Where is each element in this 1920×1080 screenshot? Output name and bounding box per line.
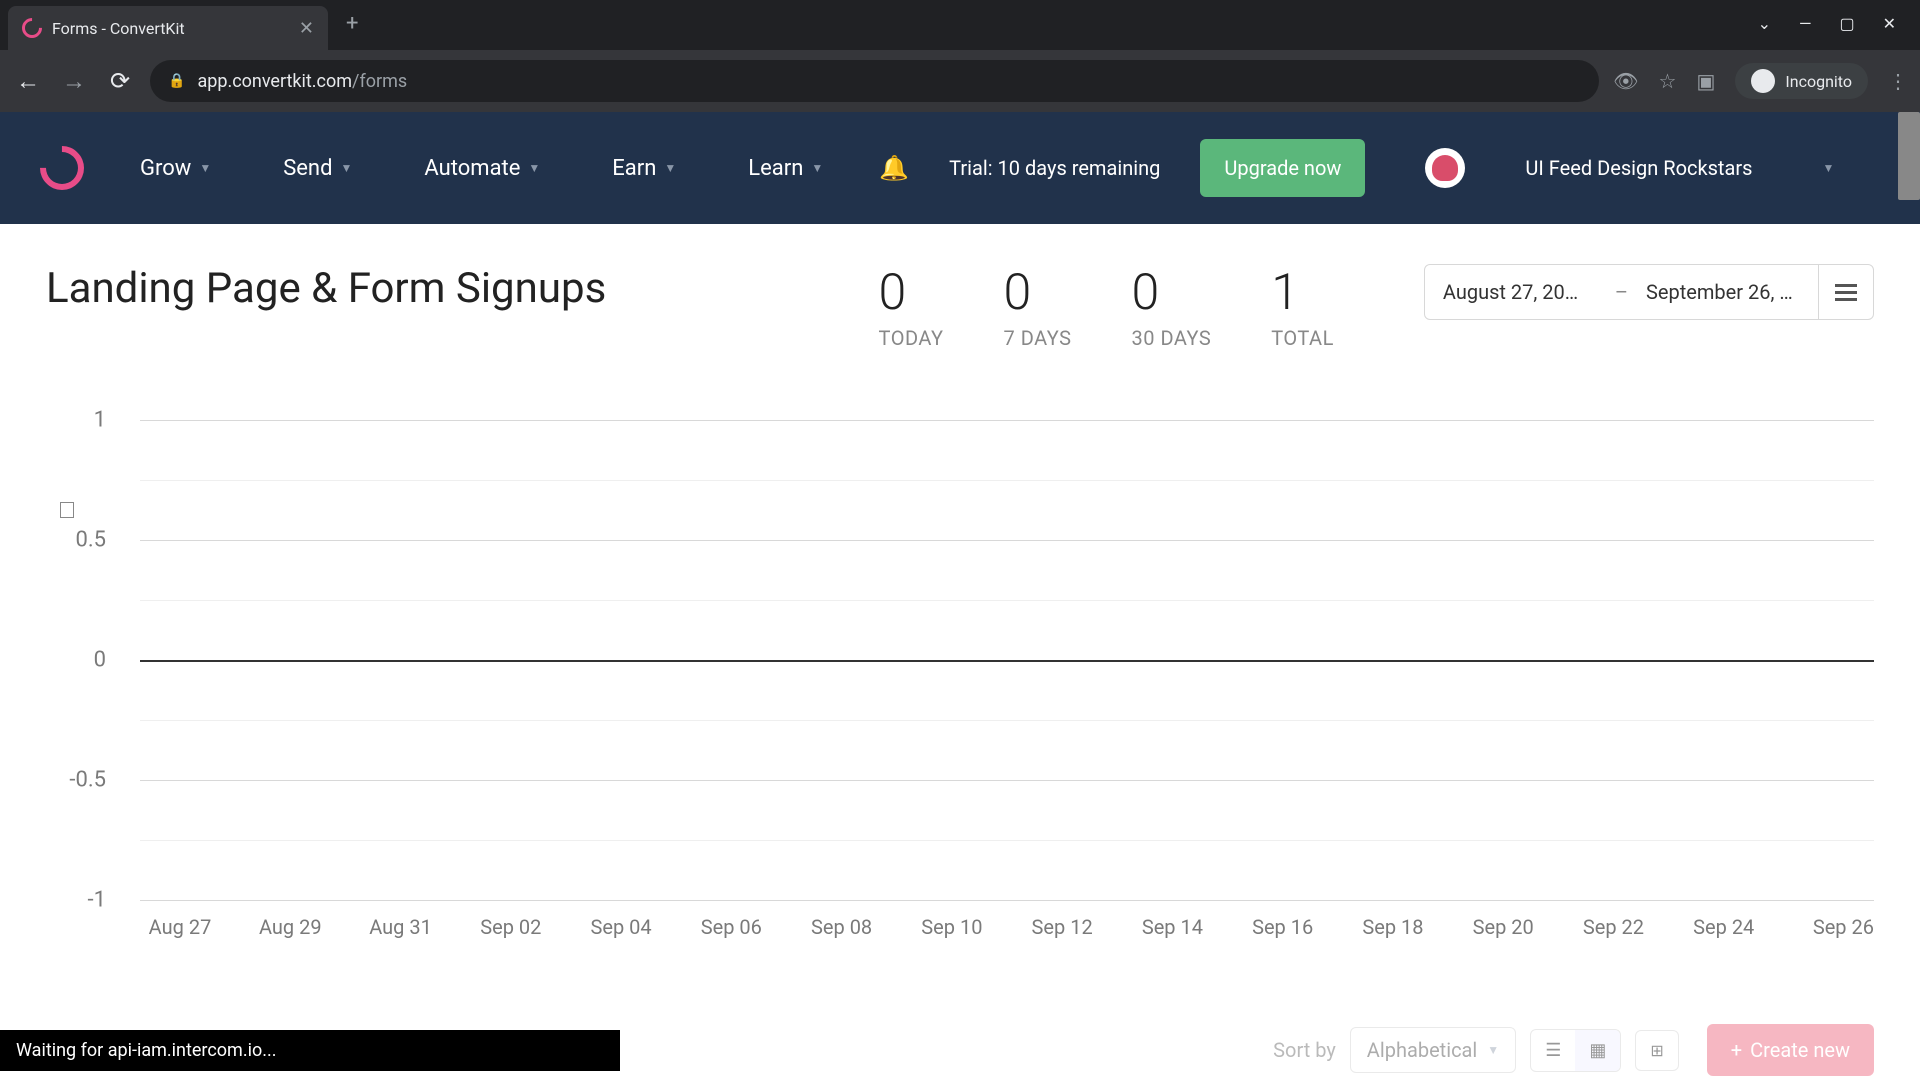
- x-tick: Sep 24: [1684, 915, 1764, 939]
- x-axis: Aug 27 Aug 29 Aug 31 Sep 02 Sep 04 Sep 06 Sep …: [140, 915, 1874, 939]
- card-view-button[interactable]: ⊞: [1635, 1030, 1678, 1071]
- page-title: Landing Page & Form Signups: [46, 264, 606, 313]
- address-bar: ← → ⟳ 🔒 app.convertkit.com/forms 👁 ☆ ▣ 🕶…: [0, 50, 1920, 112]
- chevron-down-icon[interactable]: ⌄: [1758, 14, 1771, 33]
- x-tick: Sep 18: [1353, 915, 1433, 939]
- x-tick: Aug 27: [140, 915, 220, 939]
- x-tick: Sep 04: [581, 915, 661, 939]
- new-tab-button[interactable]: +: [328, 11, 376, 36]
- chevron-down-icon: ▼: [341, 161, 353, 175]
- y-axis: 1 0.5 0 -0.5 -1: [46, 420, 126, 900]
- x-tick: Sep 02: [471, 915, 551, 939]
- date-range-picker[interactable]: August 27, 20… – September 26, 20…: [1424, 264, 1874, 320]
- nav-learn[interactable]: Learn▼: [732, 156, 839, 181]
- back-button[interactable]: ←: [12, 67, 44, 96]
- date-end[interactable]: September 26, 20…: [1628, 280, 1818, 304]
- account-name: UI Feed Design Rockstars: [1525, 154, 1752, 182]
- chevron-down-icon: ▼: [199, 161, 211, 175]
- chevron-down-icon: ▼: [528, 161, 540, 175]
- view-toggle: ☰ ▦: [1530, 1029, 1621, 1072]
- upgrade-button[interactable]: Upgrade now: [1200, 139, 1365, 197]
- x-tick: Sep 12: [1022, 915, 1102, 939]
- nav-grow[interactable]: Grow▼: [124, 156, 227, 181]
- tab-title: Forms - ConvertKit: [52, 19, 185, 38]
- nav-send[interactable]: Send▼: [267, 156, 368, 181]
- account-dropdown[interactable]: ▼: [1822, 161, 1834, 175]
- grid-view-button[interactable]: ▦: [1575, 1030, 1620, 1071]
- close-tab-icon[interactable]: ✕: [299, 18, 314, 39]
- x-tick: Sep 10: [912, 915, 992, 939]
- bottom-bar: Waiting for api-iam.intercom.io... Sort …: [0, 1020, 1920, 1080]
- eye-off-icon[interactable]: 👁: [1613, 69, 1638, 93]
- x-tick: Sep 20: [1463, 915, 1543, 939]
- x-tick: Sep 06: [691, 915, 771, 939]
- main-content: Landing Page & Form Signups 0 TODAY 0 7 …: [0, 224, 1920, 1020]
- x-tick: Sep 22: [1573, 915, 1653, 939]
- stat-30days: 0 30 DAYS: [1132, 264, 1212, 350]
- nav-earn[interactable]: Earn▼: [596, 156, 692, 181]
- favicon-icon: [18, 14, 46, 42]
- signups-chart: 1 0.5 0 -0.5 -1 Aug 27 Aug 29 Aug 31 Sep 02…: [46, 420, 1874, 980]
- x-tick: Sep 14: [1132, 915, 1212, 939]
- x-tick: Sep 26: [1794, 915, 1874, 939]
- chevron-down-icon: ▼: [811, 161, 823, 175]
- forward-button[interactable]: →: [58, 67, 90, 96]
- date-start[interactable]: August 27, 20…: [1425, 280, 1615, 304]
- app-header: Grow▼ Send▼ Automate▼ Earn▼ Learn▼ 🔔 Tri…: [0, 112, 1920, 224]
- scrollbar[interactable]: [1898, 112, 1920, 200]
- x-tick: Aug 31: [361, 915, 441, 939]
- x-tick: Sep 16: [1243, 915, 1323, 939]
- url-input[interactable]: 🔒 app.convertkit.com/forms: [150, 60, 1599, 102]
- stat-today: 0 TODAY: [879, 264, 944, 350]
- header-row: Landing Page & Form Signups 0 TODAY 0 7 …: [46, 264, 1874, 350]
- tab-bar: Forms - ConvertKit ✕ +: [0, 0, 1920, 50]
- chevron-down-icon: ▼: [664, 161, 676, 175]
- avatar[interactable]: [1425, 148, 1465, 188]
- bell-icon[interactable]: 🔔: [879, 154, 909, 182]
- url-domain: app.convertkit.com: [197, 71, 352, 92]
- date-menu-button[interactable]: [1818, 265, 1873, 319]
- close-window-icon[interactable]: ✕: [1883, 14, 1896, 33]
- list-view-button[interactable]: ☰: [1531, 1030, 1575, 1071]
- star-icon[interactable]: ☆: [1659, 69, 1677, 93]
- stat-7days: 0 7 DAYS: [1004, 264, 1072, 350]
- stat-total: 1 TOTAL: [1271, 264, 1334, 350]
- stats: 0 TODAY 0 7 DAYS 0 30 DAYS 1 TOTAL: [879, 264, 1334, 350]
- browser-tab[interactable]: Forms - ConvertKit ✕: [8, 6, 328, 50]
- url-path: /forms: [352, 71, 407, 92]
- incognito-icon: 🕶: [1751, 69, 1775, 93]
- x-tick: Sep 08: [802, 915, 882, 939]
- trial-text: Trial: 10 days remaining: [949, 154, 1160, 182]
- hamburger-icon: [1835, 284, 1857, 301]
- sort-select[interactable]: Alphabetical ▼: [1350, 1027, 1516, 1073]
- minimize-icon[interactable]: —: [1799, 14, 1812, 33]
- chart-grid: [140, 420, 1874, 900]
- lock-icon: 🔒: [168, 73, 185, 89]
- status-bar: Waiting for api-iam.intercom.io...: [0, 1030, 620, 1071]
- incognito-label: Incognito: [1785, 72, 1852, 91]
- date-separator: –: [1615, 280, 1628, 304]
- nav-automate[interactable]: Automate▼: [408, 156, 556, 181]
- logo-icon[interactable]: [31, 137, 93, 199]
- sort-area: Sort by Alphabetical ▼ ☰ ▦ ⊞ + Create ne…: [1273, 1024, 1874, 1076]
- maximize-icon[interactable]: ▢: [1839, 14, 1854, 33]
- create-new-button[interactable]: + Create new: [1707, 1024, 1874, 1076]
- browser-chrome: ⌄ — ▢ ✕ Forms - ConvertKit ✕ + ← → ⟳ 🔒 a…: [0, 0, 1920, 112]
- panel-icon[interactable]: ▣: [1696, 69, 1715, 93]
- sort-label: Sort by: [1273, 1038, 1336, 1062]
- plus-icon: +: [1731, 1038, 1742, 1062]
- chevron-down-icon: ▼: [1487, 1043, 1499, 1057]
- x-tick: Aug 29: [250, 915, 330, 939]
- reload-button[interactable]: ⟳: [104, 67, 136, 95]
- address-bar-right: 👁 ☆ ▣ 🕶 Incognito ⋮: [1613, 63, 1908, 99]
- kebab-menu-icon[interactable]: ⋮: [1888, 69, 1908, 93]
- window-controls: ⌄ — ▢ ✕: [1734, 0, 1920, 47]
- incognito-badge[interactable]: 🕶 Incognito: [1735, 63, 1868, 99]
